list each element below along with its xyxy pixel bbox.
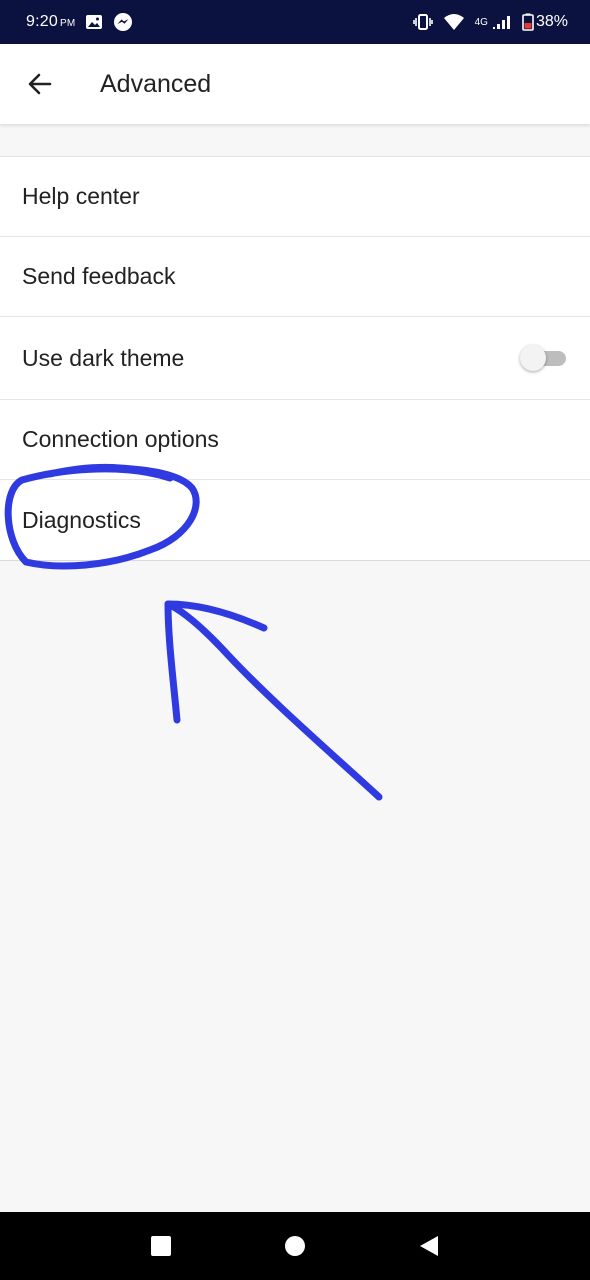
- arrow-left-icon: [28, 73, 52, 95]
- dark-theme-label: Use dark theme: [22, 344, 185, 371]
- home-button[interactable]: [284, 1235, 306, 1257]
- settings-list: Help center Send feedback Use dark theme…: [0, 156, 590, 561]
- annotation-arrow-head: [164, 600, 268, 724]
- gallery-icon: [85, 14, 103, 30]
- connection-options-item[interactable]: Connection options: [0, 400, 590, 480]
- dark-theme-item[interactable]: Use dark theme: [0, 317, 590, 400]
- nav-back-button[interactable]: [418, 1234, 440, 1258]
- toggle-thumb: [520, 345, 546, 371]
- send-feedback-item[interactable]: Send feedback: [0, 237, 590, 317]
- recents-square-icon: [151, 1236, 171, 1256]
- status-right: 4G 38%: [412, 13, 568, 31]
- dark-theme-toggle[interactable]: [520, 345, 566, 371]
- back-button[interactable]: [20, 64, 60, 104]
- annotation-arrow-shaft: [164, 600, 383, 801]
- home-circle-icon: [285, 1236, 305, 1256]
- signal-icon: [492, 14, 512, 30]
- battery-indicator: 38%: [522, 13, 568, 31]
- wifi-icon: [443, 13, 465, 31]
- help-center-item[interactable]: Help center: [0, 157, 590, 237]
- battery-icon: [522, 13, 534, 31]
- status-bar: 9:20 PM 4G 38%: [0, 0, 590, 44]
- navigation-bar: [0, 1212, 590, 1280]
- recents-button[interactable]: [150, 1235, 172, 1257]
- network-type-label: 4G: [474, 16, 488, 28]
- battery-percent: 38%: [535, 13, 568, 30]
- status-left: 9:20 PM: [26, 12, 133, 32]
- connection-options-label: Connection options: [22, 426, 219, 452]
- diagnostics-item[interactable]: Diagnostics: [0, 480, 590, 560]
- status-time: 9:20 PM: [26, 13, 76, 30]
- page-title: Advanced: [100, 69, 212, 98]
- help-center-label: Help center: [22, 183, 140, 209]
- vibrate-icon: [412, 14, 433, 30]
- back-triangle-icon: [420, 1236, 438, 1256]
- app-bar: Advanced: [0, 44, 590, 124]
- messenger-icon: [113, 12, 133, 32]
- diagnostics-label: Diagnostics: [22, 506, 141, 533]
- send-feedback-label: Send feedback: [22, 263, 176, 289]
